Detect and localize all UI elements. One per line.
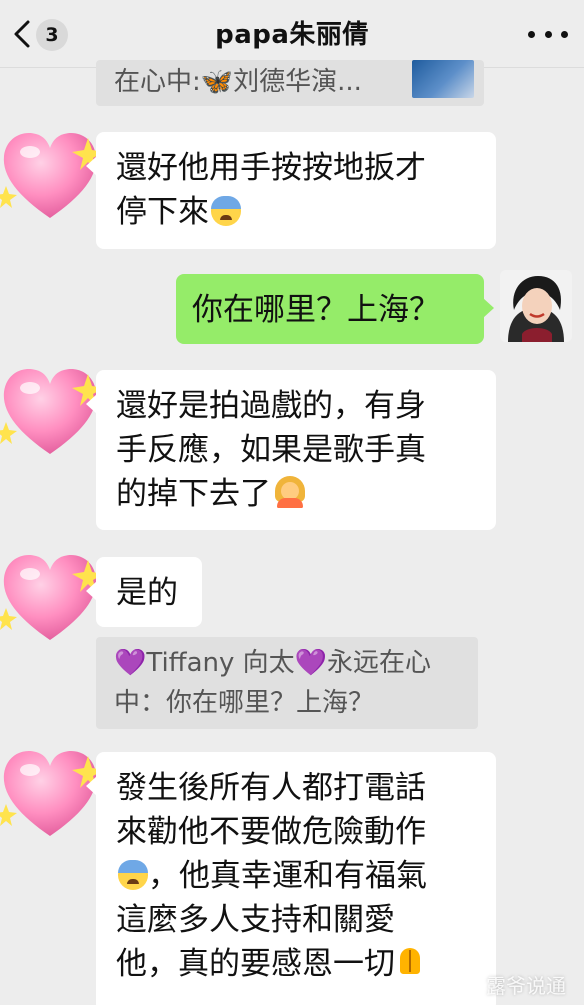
unread-count-badge[interactable]: 3	[36, 19, 68, 51]
message-text: 是的	[116, 575, 178, 611]
quote-text: 永远在心	[327, 648, 432, 678]
heart-avatar[interactable]	[0, 126, 108, 226]
user-avatar[interactable]	[500, 270, 572, 342]
purple-heart-icon: 💜	[294, 648, 328, 678]
dot	[528, 30, 535, 38]
quote-thumbnail-image[interactable]	[412, 60, 474, 98]
message-line: 他，真的要感恩一切	[116, 942, 478, 986]
back-chevron-icon[interactable]	[10, 18, 34, 50]
incoming-message-bubble[interactable]: 還好他用手按按地扳才 停下來	[86, 132, 496, 249]
message-line: 來勸他不要做危險動作	[116, 814, 426, 850]
quote-line: 💜Tiffany 向太💜永远在心	[114, 643, 460, 683]
dot	[544, 30, 552, 38]
quote-line: 中：你在哪里？上海？	[114, 688, 375, 718]
chat-title: papa朱丽倩	[215, 20, 369, 50]
message-line: 手反應，如果是歌手真	[116, 432, 426, 468]
message-text: 的掉下去了	[116, 476, 271, 512]
quote-author: Tiffany 向太	[146, 648, 295, 678]
quote-text: 在心中:🦋刘德华演...	[114, 67, 362, 97]
message-line: 這麼多人支持和關愛	[116, 902, 395, 938]
incoming-message-bubble[interactable]: 發生後所有人都打電話 來勸他不要做危險動作 ，他真幸運和有福氣 這麼多人支持和關…	[86, 752, 496, 1005]
facepalm-emoji-icon	[273, 476, 307, 508]
message-text: 你在哪里？上海？	[192, 292, 440, 328]
message-text: ，他真幸運和有福氣	[148, 858, 427, 894]
quoted-message[interactable]: 在心中:🦋刘德华演...	[96, 60, 484, 106]
message-line: 停下來	[116, 190, 478, 234]
outgoing-message-bubble[interactable]: 你在哪里？上海？	[176, 274, 494, 344]
message-text: 停下來	[116, 194, 209, 230]
quoted-message[interactable]: 💜Tiffany 向太💜永远在心 中：你在哪里？上海？	[96, 637, 478, 729]
anxious-sweat-emoji-icon	[118, 860, 148, 890]
more-dots-icon[interactable]	[528, 20, 568, 48]
message-line: 發生後所有人都打電話	[116, 770, 426, 806]
watermark: 露爷说通	[486, 974, 566, 998]
message-text: 他，真的要感恩一切	[116, 946, 395, 982]
message-line: ，他真幸運和有福氣	[116, 854, 478, 898]
message-line: 還好他用手按按地扳才	[116, 150, 426, 186]
chat-header: 3 papa朱丽倩	[0, 0, 584, 68]
anxious-sweat-emoji-icon	[211, 196, 241, 226]
incoming-message-bubble[interactable]: 還好是拍過戲的，有身 手反應，如果是歌手真 的掉下去了	[86, 370, 496, 530]
folded-hands-emoji-icon	[395, 946, 425, 978]
dot	[561, 30, 568, 38]
message-line: 的掉下去了	[116, 472, 478, 516]
purple-heart-icon: 💜	[114, 648, 147, 678]
message-line: 還好是拍過戲的，有身	[116, 388, 426, 424]
incoming-message-bubble[interactable]: 是的	[86, 557, 202, 627]
user-portrait-icon	[500, 270, 572, 342]
